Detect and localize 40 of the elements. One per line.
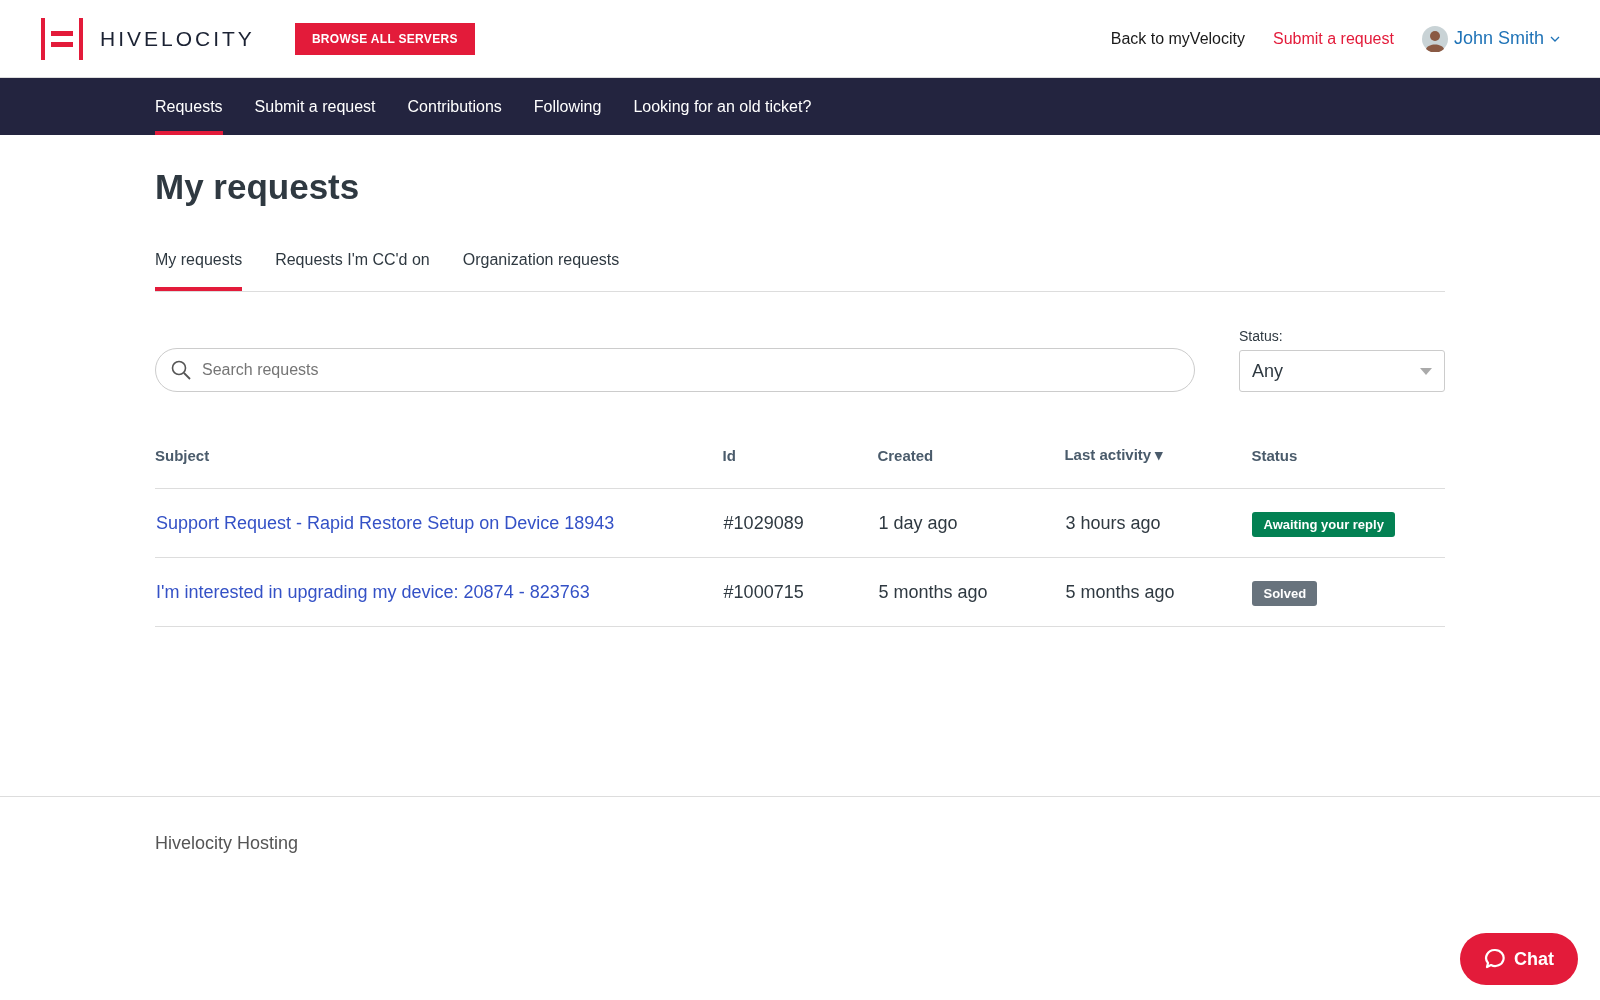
status-dropdown[interactable]: Any bbox=[1239, 350, 1445, 392]
column-header: Created bbox=[877, 446, 934, 464]
table-cell: #1029089 bbox=[723, 512, 804, 533]
nav-tab[interactable]: Following bbox=[517, 78, 618, 135]
nav-tab[interactable]: Looking for an old ticket? bbox=[617, 78, 828, 135]
request-tab[interactable]: My requests bbox=[155, 251, 243, 291]
brand-name: HIVELOCITY bbox=[100, 26, 255, 51]
avatar-icon bbox=[1421, 25, 1448, 52]
column-header[interactable]: Last activity ▾ bbox=[1064, 446, 1164, 463]
page-title: My requests bbox=[155, 167, 361, 207]
footer-text: Hivelocity Hosting bbox=[155, 833, 299, 853]
table-cell: 5 months ago bbox=[1065, 581, 1175, 602]
header-link[interactable]: Back to myVelocity bbox=[1110, 29, 1245, 48]
speech-bubble-icon bbox=[1484, 948, 1506, 970]
status-badge: Awaiting your reply bbox=[1252, 511, 1395, 537]
search-field[interactable]: Search requests bbox=[155, 348, 1195, 392]
table-cell: 3 hours ago bbox=[1065, 512, 1161, 533]
search-icon bbox=[171, 360, 191, 380]
nav-tab[interactable]: Requests bbox=[155, 78, 223, 135]
request-link[interactable]: Support Request - Rapid Restore Setup on Device 18943 bbox=[156, 512, 615, 533]
chevron-down-icon[interactable] bbox=[1550, 35, 1560, 42]
caret-icon bbox=[1420, 367, 1432, 375]
column-header: Subject bbox=[155, 446, 210, 464]
table-cell: #1000715 bbox=[723, 581, 804, 602]
column-header: Status bbox=[1251, 446, 1298, 464]
header-link[interactable]: Submit a request bbox=[1273, 29, 1394, 48]
request-link[interactable]: I'm interested in upgrading my device: 20874 - 823763 bbox=[156, 581, 590, 602]
user-name[interactable]: John Smith bbox=[1453, 28, 1544, 49]
table-cell: 1 day ago bbox=[878, 512, 958, 533]
status-badge: Solved bbox=[1252, 580, 1318, 606]
column-header: Id bbox=[722, 446, 736, 464]
nav-tab[interactable]: Submit a request bbox=[238, 78, 392, 135]
status-label: Status: bbox=[1239, 328, 1284, 344]
logo-icon bbox=[40, 16, 84, 61]
table-cell: 5 months ago bbox=[878, 581, 988, 602]
request-tab[interactable]: Organization requests bbox=[462, 251, 620, 291]
request-tab[interactable]: Requests I'm CC'd on bbox=[275, 251, 430, 291]
nav-tab[interactable]: Contributions bbox=[391, 78, 518, 135]
chat-button[interactable]: Chat bbox=[1460, 933, 1578, 985]
browse-servers-button[interactable]: BROWSE ALL SERVERS bbox=[294, 22, 475, 55]
